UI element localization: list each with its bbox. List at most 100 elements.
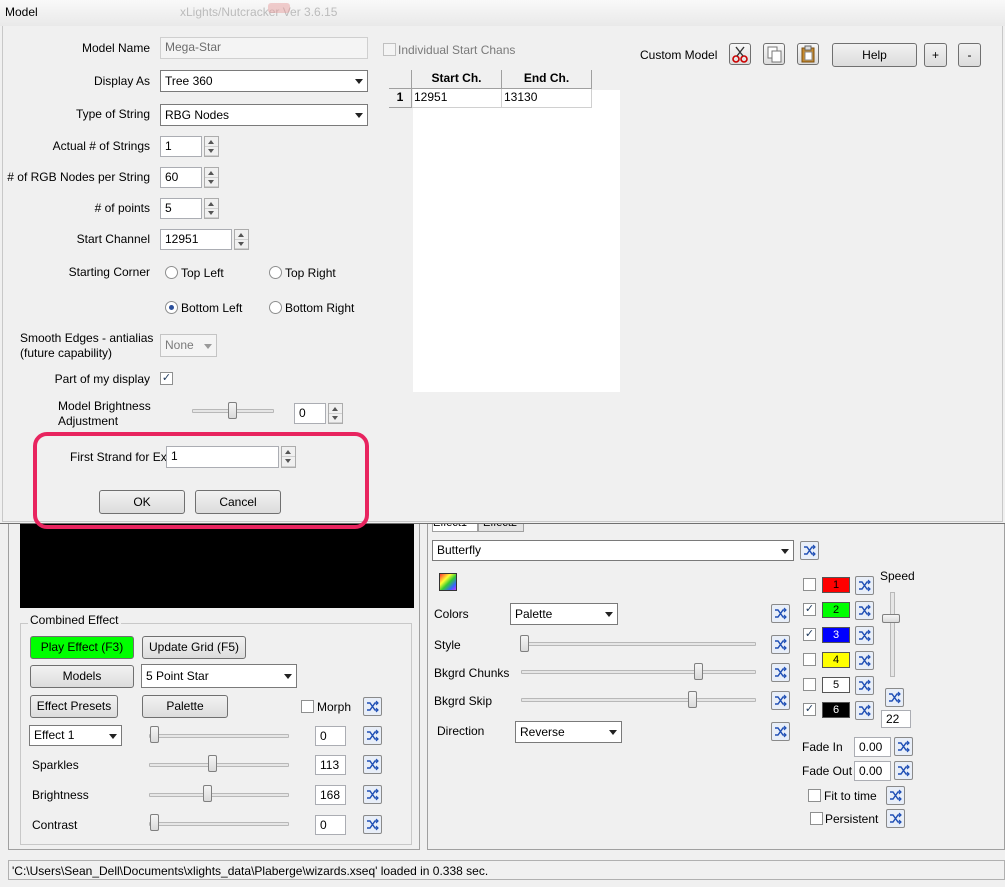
fade-out-shuffle-icon[interactable]: [894, 761, 913, 780]
contrast-slider-thumb[interactable]: [150, 814, 159, 831]
brightness-slider-thumb[interactable]: [203, 785, 212, 802]
paste-button[interactable]: [797, 43, 819, 65]
actual-strings-field[interactable]: 1: [160, 136, 202, 157]
palette-swatch-6[interactable]: 6: [822, 702, 850, 718]
cut-button[interactable]: [729, 43, 751, 65]
remove-button[interactable]: -: [958, 43, 981, 67]
chunks-slider-track[interactable]: [521, 670, 756, 674]
contrast-value[interactable]: 0: [315, 815, 346, 835]
corner-bottom-left-radio[interactable]: [165, 301, 178, 314]
contrast-shuffle-icon[interactable]: [363, 815, 382, 834]
smooth-edges-sublabel: (future capability): [20, 346, 113, 360]
speed-value[interactable]: 22: [881, 710, 911, 728]
grid-cell-start[interactable]: 12951: [412, 89, 502, 108]
skip-slider-track[interactable]: [521, 698, 756, 702]
fade-in-value[interactable]: 0.00: [854, 737, 891, 757]
brightness-value[interactable]: 168: [315, 785, 346, 805]
palette-swatch-4[interactable]: 4: [822, 652, 850, 668]
palette-checkbox-1[interactable]: [803, 578, 816, 591]
speed-slider-track[interactable]: [890, 592, 895, 677]
palette-shuffle-icon-1[interactable]: [855, 576, 874, 595]
effect-shuffle-icon[interactable]: [363, 726, 382, 745]
corner-bottom-right-radio[interactable]: [269, 301, 282, 314]
palette-checkbox-4[interactable]: [803, 653, 816, 666]
direction-shuffle-icon[interactable]: [771, 722, 790, 741]
fade-out-value[interactable]: 0.00: [854, 761, 891, 781]
palette-shuffle-icon-6[interactable]: [855, 701, 874, 720]
grid-cell-end[interactable]: 13130: [502, 89, 592, 108]
model-brightness-slider-thumb[interactable]: [228, 402, 237, 419]
morph-checkbox[interactable]: [301, 700, 314, 713]
colors-select[interactable]: Palette: [510, 603, 618, 625]
palette-shuffle-icon-5[interactable]: [855, 676, 874, 695]
palette-swatch-1[interactable]: 1: [822, 577, 850, 593]
start-channel-field[interactable]: 12951: [160, 229, 232, 250]
models-button[interactable]: Models: [30, 665, 134, 688]
colors-shuffle-icon[interactable]: [771, 604, 790, 623]
fade-in-shuffle-icon[interactable]: [894, 737, 913, 756]
play-effect-button[interactable]: Play Effect (F3): [30, 636, 134, 659]
effect-type-select[interactable]: Butterfly: [432, 540, 794, 561]
nodes-per-string-spinner[interactable]: [204, 167, 219, 188]
model-name-field[interactable]: Mega-Star: [160, 37, 368, 59]
copy-button[interactable]: [763, 43, 785, 65]
palette-checkbox-6[interactable]: ✓: [803, 703, 816, 716]
palette-button[interactable]: Palette: [142, 695, 228, 718]
update-grid-button[interactable]: Update Grid (F5): [142, 636, 246, 659]
part-of-display-checkbox[interactable]: ✓: [160, 372, 173, 385]
palette-swatch-2[interactable]: 2: [822, 602, 850, 618]
points-field[interactable]: 5: [160, 198, 202, 219]
direction-select[interactable]: Reverse: [515, 721, 622, 743]
smooth-edges-value: None: [165, 338, 194, 352]
style-slider-track[interactable]: [521, 642, 756, 646]
sparkles-shuffle-icon[interactable]: [363, 755, 382, 774]
fit-to-time-shuffle-icon[interactable]: [886, 786, 905, 805]
effect-type-shuffle-icon[interactable]: [800, 541, 819, 560]
palette-checkbox-5[interactable]: [803, 678, 816, 691]
palette-swatch-5[interactable]: 5: [822, 677, 850, 693]
chunks-shuffle-icon[interactable]: [771, 663, 790, 682]
effect-presets-button[interactable]: Effect Presets: [30, 695, 118, 718]
scissors-icon: [732, 46, 748, 63]
nodes-per-string-field[interactable]: 60: [160, 167, 202, 188]
contrast-slider-track[interactable]: [149, 822, 289, 826]
model-select[interactable]: 5 Point Star: [141, 664, 297, 688]
model-brightness-spinner[interactable]: [328, 403, 343, 424]
speed-slider-thumb[interactable]: [882, 614, 900, 623]
brightness-slider-track[interactable]: [149, 793, 289, 797]
fit-to-time-checkbox[interactable]: [808, 789, 821, 802]
palette-checkbox-3[interactable]: ✓: [803, 628, 816, 641]
brightness-shuffle-icon[interactable]: [363, 785, 382, 804]
palette-shuffle-icon-3[interactable]: [855, 626, 874, 645]
palette-shuffle-icon-2[interactable]: [855, 601, 874, 620]
help-button[interactable]: Help: [832, 43, 917, 67]
speed-shuffle-icon[interactable]: [885, 688, 904, 707]
corner-top-left-radio[interactable]: [165, 266, 178, 279]
morph-shuffle-icon[interactable]: [363, 697, 382, 716]
actual-strings-spinner[interactable]: [204, 136, 219, 157]
persistent-checkbox[interactable]: [810, 812, 823, 825]
type-of-string-select[interactable]: RBG Nodes: [160, 104, 368, 126]
model-brightness-field[interactable]: 0: [294, 403, 326, 424]
sparkles-value[interactable]: 113: [315, 755, 346, 775]
skip-slider-thumb[interactable]: [688, 691, 697, 708]
effect-slider-track[interactable]: [149, 734, 289, 738]
sparkles-slider-track[interactable]: [149, 763, 289, 767]
sparkles-slider-thumb[interactable]: [208, 755, 217, 772]
effect-slider-thumb[interactable]: [150, 726, 159, 743]
display-as-select[interactable]: Tree 360: [160, 70, 368, 92]
add-button[interactable]: +: [924, 43, 947, 67]
palette-checkbox-2[interactable]: ✓: [803, 603, 816, 616]
chunks-slider-thumb[interactable]: [694, 663, 703, 680]
skip-shuffle-icon[interactable]: [771, 691, 790, 710]
effect-layer-select[interactable]: Effect 1: [29, 725, 122, 746]
persistent-shuffle-icon[interactable]: [886, 809, 905, 828]
effect-slider-value[interactable]: 0: [315, 726, 346, 746]
start-channel-spinner[interactable]: [234, 229, 249, 250]
style-shuffle-icon[interactable]: [771, 635, 790, 654]
palette-shuffle-icon-4[interactable]: [855, 651, 874, 670]
palette-swatch-3[interactable]: 3: [822, 627, 850, 643]
style-slider-thumb[interactable]: [520, 635, 529, 652]
corner-top-right-radio[interactable]: [269, 266, 282, 279]
points-spinner[interactable]: [204, 198, 219, 219]
